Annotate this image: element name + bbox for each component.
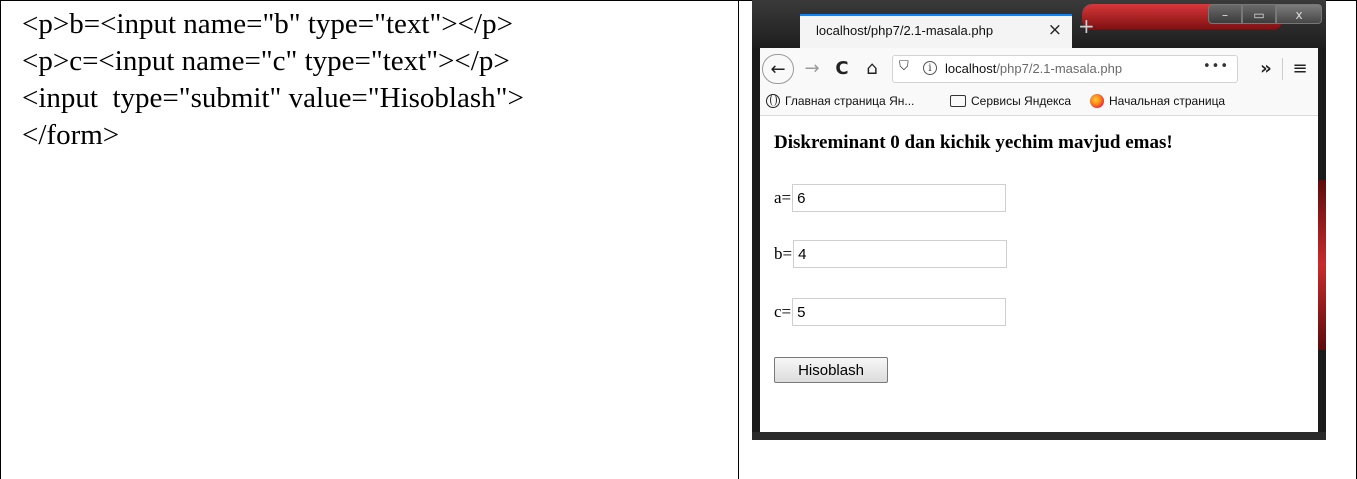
toolbar-divider xyxy=(1282,58,1283,80)
input-b[interactable] xyxy=(793,240,1008,268)
field-label-c: c= xyxy=(774,302,792,321)
bookmark-label: Главная страница Ян... xyxy=(785,94,915,108)
result-message: Diskreminant 0 dan kichik yechim mavjud … xyxy=(774,132,1173,153)
hamburger-menu-icon[interactable]: ≡ xyxy=(1288,56,1312,82)
reload-icon[interactable]: C xyxy=(830,56,854,82)
url-text: localhost/php7/2.1-masala.php xyxy=(945,61,1122,76)
field-label-b: b= xyxy=(774,244,793,263)
page-content: Diskreminant 0 dan kichik yechim mavjud … xyxy=(760,116,1318,432)
table-border-middle xyxy=(738,0,739,479)
home-icon[interactable]: ⌂ xyxy=(860,56,884,82)
back-arrow-icon[interactable]: ← xyxy=(762,54,794,84)
navigation-toolbar: ← → C ⌂ ⛉ i localhost/php7/2.1-masala.ph… xyxy=(760,48,1318,90)
code-cell: <p>b=<input name="b" type="text"></p> <p… xyxy=(22,6,722,154)
firefox-icon xyxy=(1090,94,1104,108)
globe-icon xyxy=(766,94,780,108)
page-actions-icon[interactable]: ••• xyxy=(1203,59,1229,74)
tab-active[interactable]: localhost/php7/2.1-masala.php × xyxy=(800,14,1072,48)
bookmark-label: Сервисы Яндекса xyxy=(971,94,1072,108)
minimize-button[interactable]: – xyxy=(1208,4,1242,24)
window-bottom-frame xyxy=(752,432,1326,440)
forward-arrow-icon[interactable]: → xyxy=(800,56,824,82)
bookmarks-toolbar: Главная страница Ян... Сервисы Яндекса Н… xyxy=(760,90,1318,116)
url-path: /php7/2.1-masala.php xyxy=(996,61,1123,76)
code-line: <p>c=<input name="c" type="text"></p> xyxy=(22,45,510,77)
field-row-b: b= xyxy=(774,240,1008,268)
tab-title: localhost/php7/2.1-masala.php xyxy=(816,23,994,38)
browser-window: localhost/php7/2.1-masala.php × + – ▭ x … xyxy=(752,0,1326,440)
bookmark-yandex-home[interactable]: Главная страница Ян... xyxy=(766,94,914,108)
field-label-a: a= xyxy=(774,188,792,207)
bookmark-yandex-services[interactable]: Сервисы Яндекса xyxy=(950,94,1071,108)
url-bar[interactable]: ⛉ i localhost/php7/2.1-masala.php ••• xyxy=(892,55,1238,83)
url-host: localhost xyxy=(945,61,997,76)
bookmark-start-page[interactable]: Начальная страница xyxy=(1090,94,1225,108)
maximize-button[interactable]: ▭ xyxy=(1242,4,1276,24)
folder-icon xyxy=(950,95,966,107)
new-tab-icon[interactable]: + xyxy=(1078,14,1095,38)
site-info-icon[interactable]: i xyxy=(923,61,937,75)
table-border-left xyxy=(0,0,1,479)
window-controls: – ▭ x xyxy=(1208,4,1322,26)
close-tab-icon[interactable]: × xyxy=(1048,20,1062,40)
code-line: <p>b=<input name="b" type="text"></p> xyxy=(22,8,513,40)
code-line: <input type="submit" value="Hisoblash"> xyxy=(22,82,524,114)
overflow-chevron-icon[interactable]: » xyxy=(1254,56,1278,82)
field-row-c: c= xyxy=(774,298,1007,326)
bookmark-label: Начальная страница xyxy=(1109,94,1226,108)
submit-button[interactable]: Hisoblash xyxy=(774,357,888,383)
tracking-shield-icon[interactable]: ⛉ xyxy=(899,59,909,74)
field-row-a: a= xyxy=(774,184,1007,212)
code-line: </form> xyxy=(22,119,120,151)
input-c[interactable] xyxy=(792,298,1007,326)
close-window-button[interactable]: x xyxy=(1276,4,1322,24)
input-a[interactable] xyxy=(792,184,1007,212)
